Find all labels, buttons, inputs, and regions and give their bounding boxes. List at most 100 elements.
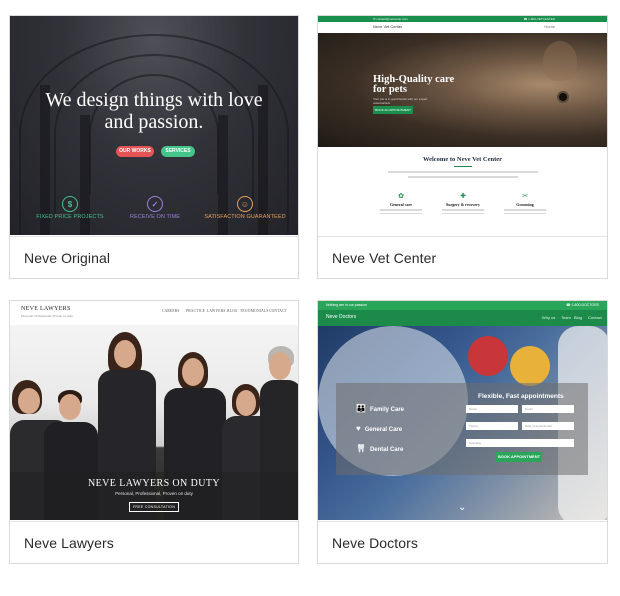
feature-label: RECEIVE ON TIME <box>130 214 180 220</box>
template-card-neve-doctors[interactable]: Nothing are in our passion ☎ 1-800-DOCTO… <box>317 300 608 564</box>
appointment-title: Flexible, Fast appointments <box>478 393 564 400</box>
template-preview-neve-vet-center[interactable]: ✉ contact@vetcenter.com ☎ 1-800-VETCENTE… <box>318 16 607 235</box>
nav-item: PRACTICE <box>186 309 205 313</box>
date-field: Date of appointment <box>522 422 574 430</box>
nav-item: CONTACT <box>269 309 288 313</box>
text-line <box>504 212 546 214</box>
top-bar: Nothing are in our passion ☎ 1-800-DOCTO… <box>318 301 607 310</box>
nav-item: Why us <box>542 315 556 320</box>
hero-headline-line-2: and passion. <box>104 111 204 133</box>
nav-item: TESTIMONIALS <box>240 309 269 313</box>
nav-item: Contact <box>588 315 602 320</box>
template-card-neve-vet-center[interactable]: ✉ contact@vetcenter.com ☎ 1-800-VETCENTE… <box>317 15 608 279</box>
hero-headline: We design things with love and passion. <box>10 89 298 133</box>
feature-general-care: ♥ General Care <box>356 424 402 433</box>
medkit-icon: ✚ <box>460 193 466 200</box>
service-title: Surgery & recovery <box>446 202 480 207</box>
site-nav: Neve Vet Center Home <box>318 22 607 33</box>
service-surgery: ✚ Surgery & recovery <box>438 193 488 214</box>
mural-face <box>510 346 550 386</box>
site-brand: NEVE LAWYERS <box>21 306 71 312</box>
appointment-panel: 👪 Family Care ♥ General Care 🦷 Dental Care … <box>336 383 588 475</box>
template-preview-neve-lawyers[interactable]: NEVE LAWYERS Personal, Professional, Pro… <box>10 301 298 520</box>
hero-subtitle: Personal, Professional, Proven on duty <box>115 491 193 496</box>
service-title: Grooming <box>516 202 534 207</box>
phone-text: ☎ 1-800-DOCTORS <box>566 303 599 307</box>
family-icon: 👪 <box>356 404 366 413</box>
hero-headline: High-Quality care for pets <box>373 74 454 95</box>
template-preview-neve-original[interactable]: We design things with love and passion. … <box>10 16 298 235</box>
free-consultation-button: FREE CONSULTATION <box>129 502 179 512</box>
feature-label: Family Care <box>369 407 404 413</box>
email-field: Email <box>522 405 574 413</box>
site-brand: Neve Doctors <box>326 314 357 320</box>
card-caption[interactable]: Neve Doctors <box>318 521 607 563</box>
text-line <box>504 209 546 211</box>
text-line <box>380 209 422 211</box>
template-title[interactable]: Neve Lawyers <box>24 535 114 551</box>
heading-divider <box>454 166 472 167</box>
template-title[interactable]: Neve Vet Center <box>332 250 436 266</box>
phone-field: Phone <box>466 422 518 430</box>
patient-cap <box>468 336 508 376</box>
template-title[interactable]: Neve Doctors <box>332 535 418 551</box>
heart-icon: ♥ <box>356 424 361 433</box>
hero-headline-line-1: We design things with love <box>45 89 263 111</box>
feature-label: Dental Care <box>369 447 404 453</box>
topbar-tagline: Nothing are in our passion <box>326 303 367 307</box>
site-brand: Neve Vet Center <box>373 24 403 29</box>
hero-headline: NEVE LAWYERS ON DUTY <box>88 478 220 489</box>
hero-subtitle: Your pet is in good hands with our exper… <box>373 97 428 105</box>
card-caption[interactable]: Neve Lawyers <box>10 521 298 563</box>
card-caption[interactable]: Neve Vet Center <box>318 236 607 278</box>
our-works-button: OUR WORKS <box>116 146 154 157</box>
services-button: SERVICES <box>161 146 195 157</box>
card-caption[interactable]: Neve Original <box>10 236 298 278</box>
hero-headline-line-2: for pets <box>373 84 407 95</box>
feature-label: General Care <box>364 427 403 433</box>
text-line <box>408 176 518 178</box>
site-nav: Neve Doctors Why us Team Blog Contact <box>318 310 607 326</box>
squirrel-ear <box>543 41 577 81</box>
template-card-neve-original[interactable]: We design things with love and passion. … <box>9 15 299 279</box>
nav-item: Blog <box>574 315 583 320</box>
feature-label: FIXED PRICE PROJECTS <box>36 214 104 220</box>
nav-item: BLOG <box>227 309 238 313</box>
site-nav: NEVE LAWYERS Personal, Professional, Pro… <box>10 301 298 325</box>
site-tagline: Personal, Professional, Proven on duty <box>21 314 73 318</box>
feature-fixed-price: $ FIXED PRICE PROJECTS <box>25 196 115 220</box>
chevron-down-icon: ⌄ <box>458 502 467 513</box>
service-title: General care <box>389 202 413 207</box>
template-preview-neve-doctors[interactable]: Nothing are in our passion ☎ 1-800-DOCTO… <box>318 301 607 520</box>
name-field: Name <box>466 405 518 413</box>
nav-item: CAREERS <box>162 309 180 313</box>
feature-on-time: ✓ RECEIVE ON TIME <box>110 196 200 220</box>
feature-label: SATISFACTION GUARANTEED <box>204 214 286 220</box>
dollar-icon: $ <box>62 196 78 212</box>
feature-satisfaction: ☺ SATISFACTION GUARANTEED <box>195 196 295 220</box>
tooth-icon: 🦷 <box>356 444 366 453</box>
text-line <box>442 209 484 211</box>
text-line <box>442 212 484 214</box>
smile-icon: ☺ <box>237 196 253 212</box>
nav-item: LAWYERS <box>207 309 226 313</box>
welcome-heading: Welcome to Neve Vet Center <box>422 156 503 163</box>
hero-image: High-Quality care for pets Your pet is i… <box>318 33 607 147</box>
template-title[interactable]: Neve Original <box>24 250 110 266</box>
service-grooming: ✂ Grooming <box>500 193 550 214</box>
nav-item: Team <box>561 315 571 320</box>
service-general-care: ✿ General care <box>376 193 426 214</box>
template-card-neve-lawyers[interactable]: NEVE LAWYERS Personal, Professional, Pro… <box>9 300 299 564</box>
scissors-icon: ✂ <box>522 193 528 200</box>
nav-menu: Home <box>544 24 555 29</box>
text-line <box>388 171 538 173</box>
squirrel-eye <box>557 91 569 103</box>
specialty-field: Specialty <box>466 439 574 447</box>
book-appointment-button: BOOK AN APPOINTMENT <box>373 106 413 114</box>
clock-icon: ✓ <box>147 196 163 212</box>
text-line <box>380 212 422 214</box>
book-appointment-button: BOOK APPOINTMENT <box>496 452 542 462</box>
feature-family-care: 👪 Family Care <box>356 404 404 413</box>
paw-icon: ✿ <box>398 193 404 200</box>
feature-dental-care: 🦷 Dental Care <box>356 444 403 453</box>
